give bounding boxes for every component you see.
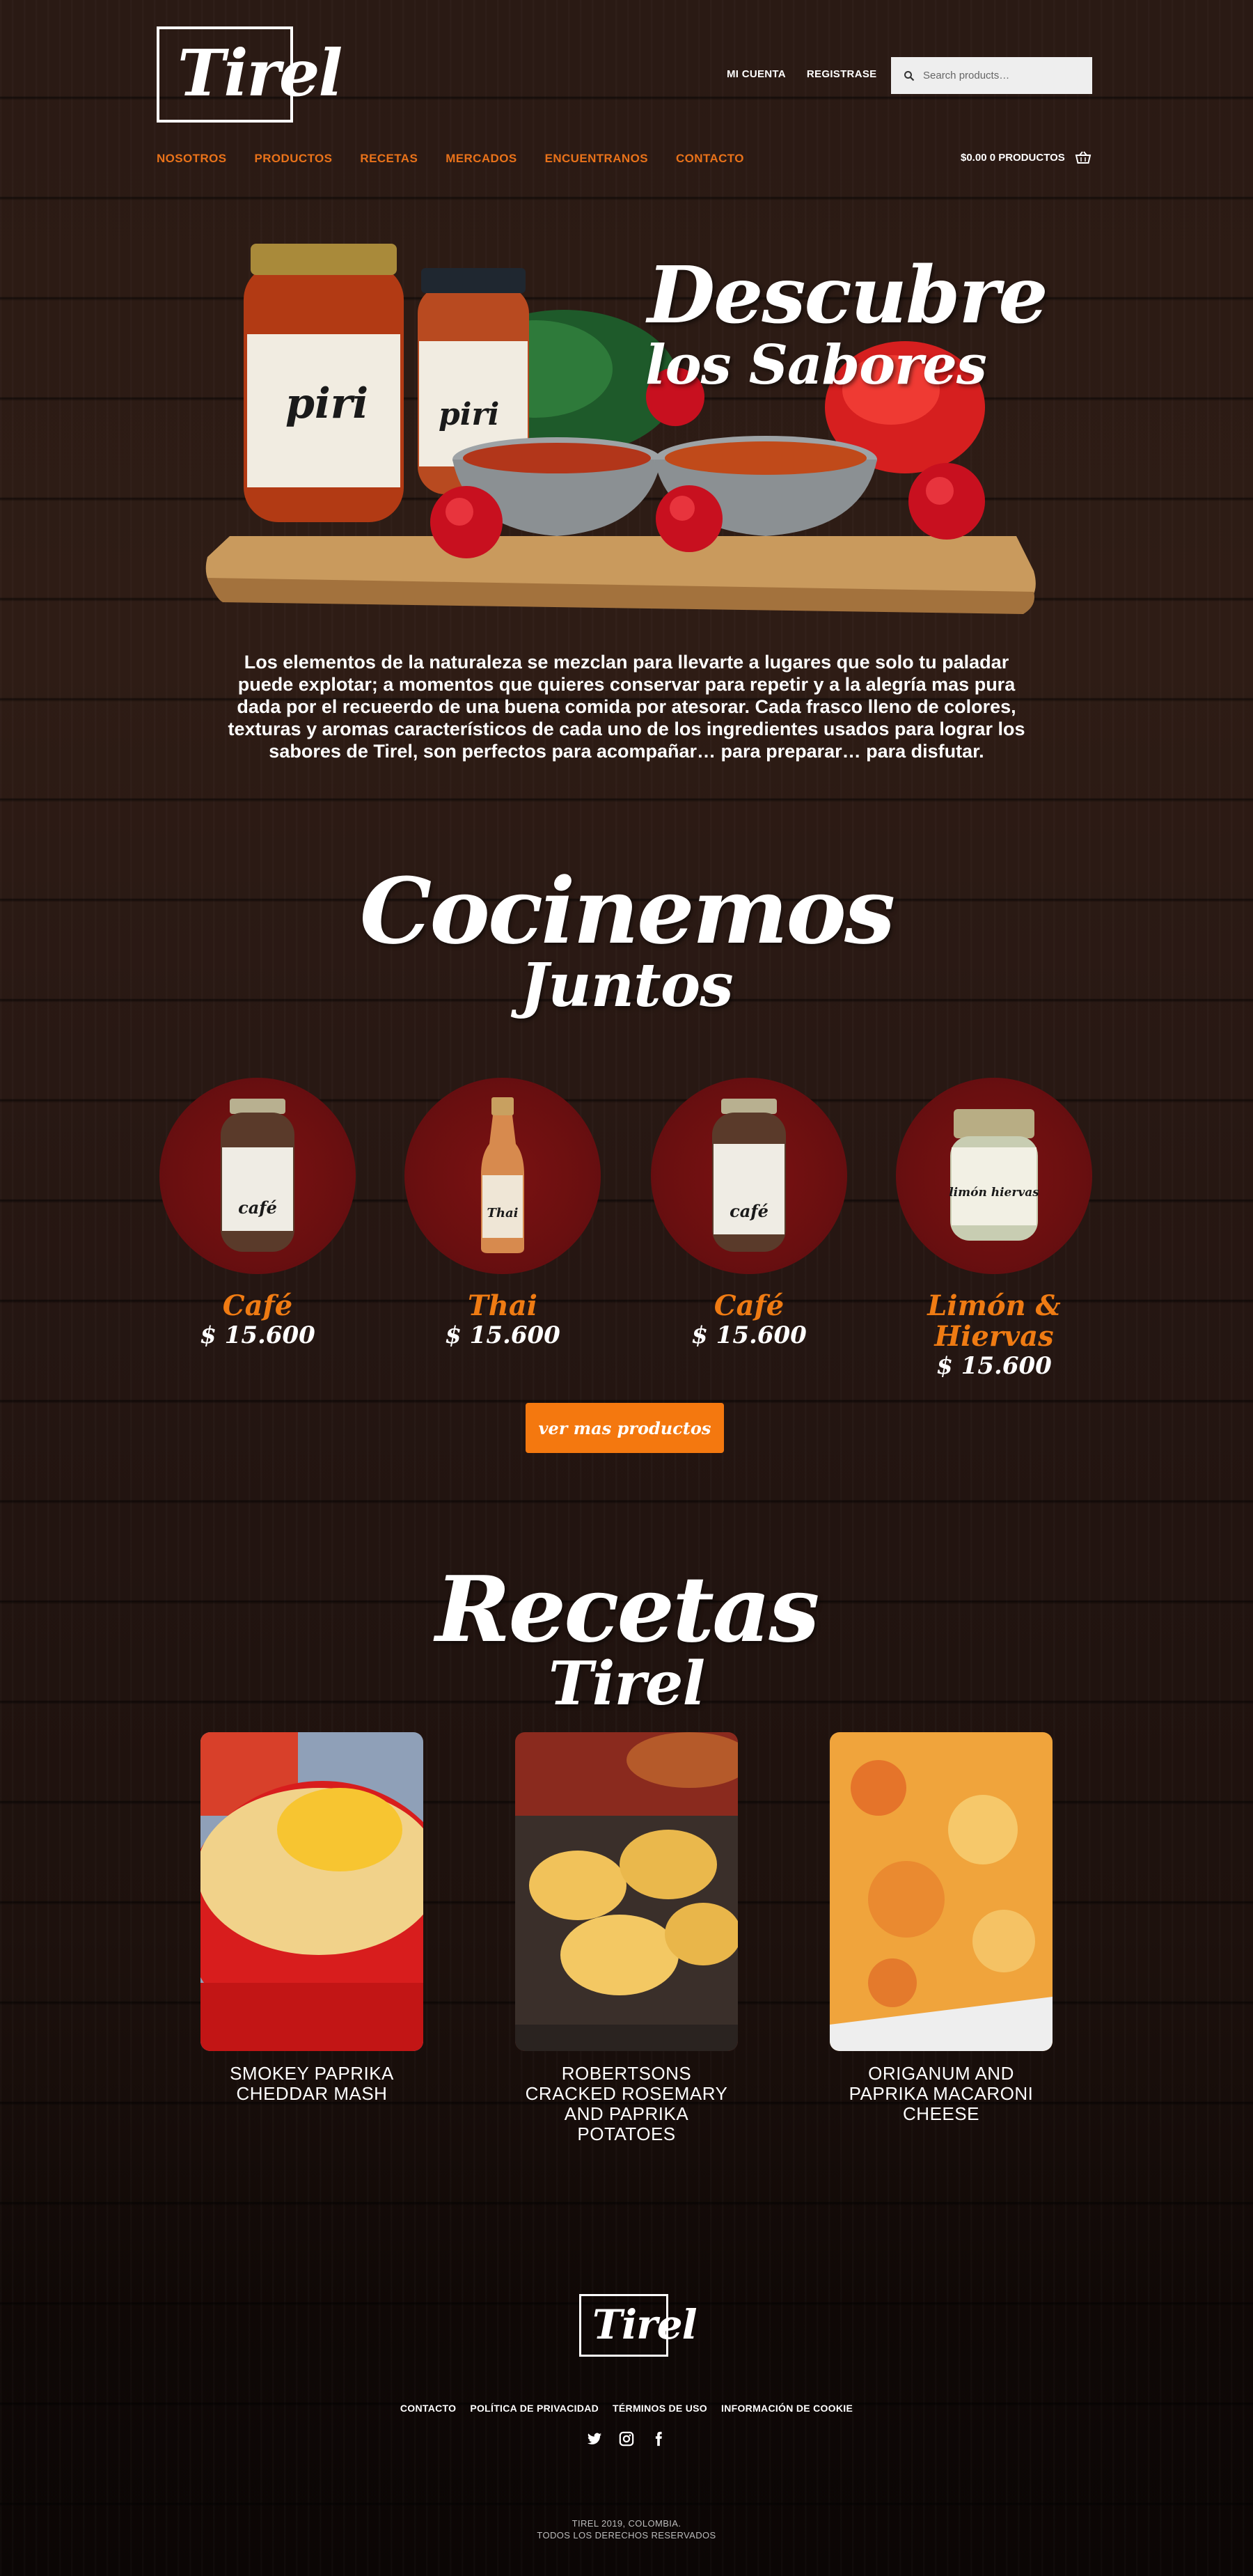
product-name[interactable]: Café bbox=[648, 1291, 850, 1321]
recipe-title[interactable]: SMOKEY PAPRIKA CHEDDAR MASH bbox=[200, 2064, 423, 2104]
nav-contacto[interactable]: CONTACTO bbox=[676, 152, 744, 166]
recipe-photo[interactable] bbox=[515, 1732, 738, 2051]
recipe-title[interactable]: ROBERTSONS CRACKED ROSEMARY AND PAPRIKA … bbox=[515, 2064, 738, 2144]
footer-link-contacto[interactable]: CONTACTO bbox=[400, 2403, 456, 2414]
search-input[interactable] bbox=[923, 70, 1083, 81]
potatoes-photo bbox=[515, 1732, 738, 2051]
facebook-icon[interactable] bbox=[651, 2431, 666, 2447]
recipe-card[interactable]: ORIGANUM AND PAPRIKA MACARONI CHEESE bbox=[830, 1732, 1053, 2124]
recipe-card[interactable]: SMOKEY PAPRIKA CHEDDAR MASH bbox=[200, 1732, 423, 2104]
recipe-photo[interactable] bbox=[200, 1732, 423, 2051]
register-link[interactable]: REGISTRASE bbox=[807, 68, 877, 80]
nav-nosotros[interactable]: NOSOTROS bbox=[157, 152, 227, 166]
product-name[interactable]: Café bbox=[157, 1291, 358, 1321]
recipes-title-line1: Recetas bbox=[435, 1556, 819, 1663]
search-icon bbox=[904, 70, 915, 81]
cart-total: $0.00 0 PRODUCTOS bbox=[961, 151, 1065, 164]
nav-productos[interactable]: PRODUCTOS bbox=[255, 152, 333, 166]
intro-paragraph: Los elementos de la naturaleza se mezcla… bbox=[228, 652, 1025, 762]
nav-encuentranos[interactable]: ENCUENTRANOS bbox=[545, 152, 648, 166]
svg-text:piri: piri bbox=[439, 397, 499, 432]
site-logo[interactable]: Tirel bbox=[157, 26, 342, 123]
hero-title-line2: los Sabores bbox=[645, 333, 987, 397]
basket-icon bbox=[1075, 151, 1092, 164]
copyright-line2: TODOS LOS DERECHOS RESERVADOS bbox=[537, 2530, 716, 2540]
footer-logo-text: Tirel bbox=[592, 2301, 698, 2348]
product-card[interactable]: limón hiervas Limón & Hiervas $ 15.600 bbox=[893, 1078, 1095, 1380]
logo-text: Tirel bbox=[178, 36, 342, 111]
footer-links: CONTACTO POLÍTICA DE PRIVACIDAD TÉRMINOS… bbox=[0, 2403, 1253, 2414]
more-products-button[interactable]: ver mas productos bbox=[526, 1403, 724, 1453]
jar-image: café bbox=[712, 1099, 786, 1252]
product-name[interactable]: Limón & Hiervas bbox=[893, 1291, 1095, 1352]
recipe-photo[interactable] bbox=[830, 1732, 1053, 2051]
product-card[interactable]: Thai Thai $ 15.600 bbox=[402, 1078, 604, 1349]
recipe-title[interactable]: ORIGANUM AND PAPRIKA MACARONI CHEESE bbox=[830, 2064, 1053, 2124]
product-price: $ 15.600 bbox=[445, 1321, 560, 1349]
product-name[interactable]: Thai bbox=[402, 1291, 604, 1321]
cart-link[interactable]: $0.00 0 PRODUCTOS bbox=[961, 150, 1092, 164]
jar-label: Thai bbox=[487, 1206, 519, 1220]
main-nav: NOSOTROS PRODUCTOS RECETAS MERCADOS ENCU… bbox=[157, 152, 772, 166]
product-image[interactable]: Thai bbox=[404, 1078, 601, 1274]
footer-link-terminos[interactable]: TÉRMINOS DE USO bbox=[613, 2403, 707, 2414]
jar-image: limón hiervas bbox=[949, 1109, 1039, 1241]
product-image[interactable]: café bbox=[159, 1078, 356, 1274]
bottle-image: Thai bbox=[481, 1097, 524, 1253]
product-image[interactable]: café bbox=[651, 1078, 847, 1274]
jar-image: café bbox=[221, 1099, 294, 1252]
hero-title-line1: Descubre bbox=[647, 250, 1048, 341]
products-section-title: Cocinemos Juntos bbox=[0, 858, 1253, 1021]
product-price: $ 15.600 bbox=[936, 1352, 1052, 1380]
jar-label: café bbox=[238, 1197, 277, 1218]
product-price: $ 15.600 bbox=[200, 1321, 315, 1349]
footer-link-privacidad[interactable]: POLÍTICA DE PRIVACIDAD bbox=[470, 2403, 599, 2414]
recipe-card[interactable]: ROBERTSONS CRACKED ROSEMARY AND PAPRIKA … bbox=[515, 1732, 738, 2144]
recipes-title-line2: Tirel bbox=[548, 1649, 705, 1719]
jar-label: limón hiervas bbox=[949, 1186, 1039, 1200]
jar-label: café bbox=[730, 1201, 769, 1221]
copyright-line1: TIREL 2019, COLOMBIA. bbox=[572, 2518, 681, 2529]
svg-text:piri: piri bbox=[285, 379, 368, 428]
product-card[interactable]: café Café $ 15.600 bbox=[648, 1078, 850, 1349]
instagram-icon[interactable] bbox=[619, 2431, 634, 2447]
recipe-grid: SMOKEY PAPRIKA CHEDDAR MASH ROBERTSONS C… bbox=[200, 1732, 1053, 2144]
nav-recetas[interactable]: RECETAS bbox=[360, 152, 418, 166]
search-box bbox=[891, 57, 1092, 94]
product-price: $ 15.600 bbox=[691, 1321, 807, 1349]
mash-photo bbox=[200, 1732, 423, 2051]
account-links: MI CUENTA REGISTRASE bbox=[727, 68, 876, 80]
products-title-line2: Juntos bbox=[520, 950, 733, 1021]
product-image[interactable]: limón hiervas bbox=[896, 1078, 1092, 1274]
hero-title: Descubre los Sabores bbox=[645, 250, 1048, 397]
twitter-icon[interactable] bbox=[587, 2431, 602, 2447]
product-card[interactable]: café Café $ 15.600 bbox=[157, 1078, 358, 1349]
social-links bbox=[0, 2431, 1253, 2447]
products-title-line1: Cocinemos bbox=[359, 858, 895, 964]
copyright: TIREL 2019, COLOMBIA. TODOS LOS DERECHOS… bbox=[0, 2518, 1253, 2541]
footer-link-cookie[interactable]: INFORMACIÓN DE COOKIE bbox=[721, 2403, 853, 2414]
macaroni-photo bbox=[830, 1732, 1053, 2051]
my-account-link[interactable]: MI CUENTA bbox=[727, 68, 786, 80]
nav-mercados[interactable]: MERCADOS bbox=[446, 152, 517, 166]
recipes-section-title: Recetas Tirel bbox=[0, 1556, 1253, 1719]
footer-logo[interactable]: Tirel bbox=[579, 2294, 698, 2357]
product-grid: café Café $ 15.600 Thai Thai $ 15.600 ca… bbox=[157, 1078, 1096, 1380]
